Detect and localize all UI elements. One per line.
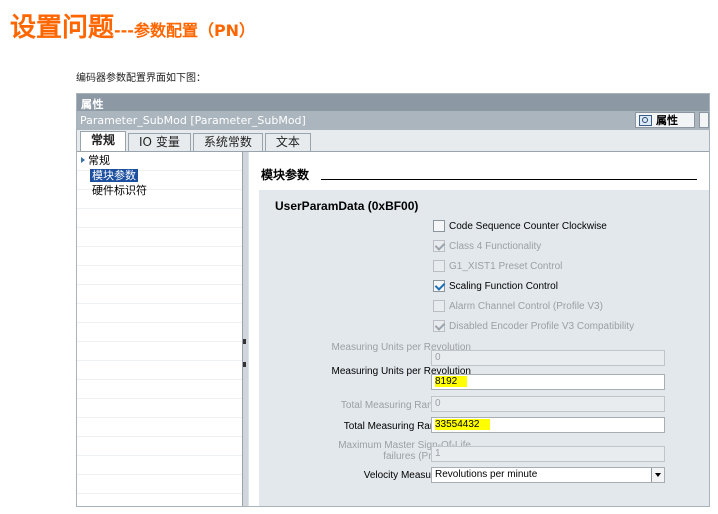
checkbox-row: Disabled Encoder Profile V3 Compatibilit… xyxy=(433,319,634,333)
object-name: Parameter_SubMod [Parameter_SubMod] xyxy=(80,114,306,127)
section-title: 模块参数 xyxy=(261,168,310,182)
splitter-expand-icon[interactable] xyxy=(243,362,246,367)
checkbox-label: Code Sequence Counter Clockwise xyxy=(449,220,607,232)
mupr-lsb-input[interactable]: 8192 xyxy=(431,374,665,390)
checkbox-row: Code Sequence Counter Clockwise xyxy=(433,219,607,233)
checkbox-row: Alarm Channel Control (Profile V3) xyxy=(433,299,603,313)
preset-control-checkbox xyxy=(433,260,445,272)
panel-title: UserParamData (0xBF00) xyxy=(275,199,419,213)
code-sequence-checkbox[interactable] xyxy=(433,220,445,232)
object-bar: Parameter_SubMod [Parameter_SubMod] 属性 xyxy=(77,111,709,130)
tab-io-tags[interactable]: IO 变量 xyxy=(128,133,191,151)
content-pane: 模块参数 UserParamData (0xBF00) Code Sequenc… xyxy=(249,152,709,506)
property-nav: 常规 模块参数 硬件标识符 xyxy=(77,152,243,506)
checkbox-row: G1_XIST1 Preset Control xyxy=(433,259,562,273)
nav-item-hardware-identifier[interactable]: 硬件标识符 xyxy=(92,184,147,197)
info-view-tab[interactable] xyxy=(699,112,709,128)
properties-icon xyxy=(639,114,652,126)
mupr-msb-input: 0 xyxy=(431,350,665,366)
window-body: 常规 模块参数 硬件标识符 模块参数 UserParamData (0xBF00… xyxy=(77,152,709,506)
expand-arrow-icon[interactable] xyxy=(81,157,85,163)
velocity-unit-select[interactable]: Revolutions per minute xyxy=(431,467,665,483)
properties-view-tab[interactable]: 属性 xyxy=(635,112,695,128)
velocity-unit-value: Revolutions per minute xyxy=(435,469,538,480)
checkbox-row: Scaling Function Control xyxy=(433,279,558,293)
slide-title-sub: ---参数配置（PN） xyxy=(114,21,256,40)
slide-caption: 编码器参数配置界面如下图： xyxy=(76,73,206,84)
chevron-down-icon[interactable] xyxy=(651,468,664,482)
highlighted-value: 33554432 xyxy=(435,419,490,430)
checkbox-label: Class 4 Functionality xyxy=(449,240,542,252)
properties-window: 属性 Parameter_SubMod [Parameter_SubMod] 属… xyxy=(76,93,710,507)
properties-view-label: 属性 xyxy=(656,114,678,127)
tab-general[interactable]: 常规 xyxy=(80,131,127,151)
slide-title: 设置问题---参数配置（PN） xyxy=(10,7,255,44)
nav-item-module-parameters[interactable]: 模块参数 xyxy=(90,169,138,182)
sign-of-life-input: 1 xyxy=(431,446,665,462)
tab-system-constants[interactable]: 系统常数 xyxy=(192,133,263,151)
tab-texts[interactable]: 文本 xyxy=(264,133,311,151)
window-title: 属性 xyxy=(77,94,709,111)
tmr-msb-input: 0 xyxy=(431,396,665,412)
highlighted-value: 8192 xyxy=(435,376,468,387)
checkbox-label: Disabled Encoder Profile V3 Compatibilit… xyxy=(449,320,635,332)
tab-bar: 常规 IO 变量 系统常数 文本 xyxy=(77,130,709,152)
section-divider xyxy=(321,179,697,180)
class4-checkbox xyxy=(433,240,445,252)
checkbox-label: Scaling Function Control xyxy=(449,280,558,292)
param-panel: UserParamData (0xBF00) Code Sequence Cou… xyxy=(259,190,709,506)
nav-item-label: 常规 xyxy=(88,154,110,167)
scaling-function-checkbox[interactable] xyxy=(433,280,445,292)
checkbox-label: Alarm Channel Control (Profile V3) xyxy=(449,300,603,312)
nav-item-general[interactable]: 常规 xyxy=(81,154,110,167)
tmr-lsb-input[interactable]: 33554432 xyxy=(431,417,665,433)
slide-title-main: 设置问题 xyxy=(10,13,115,43)
checkbox-row: Class 4 Functionality xyxy=(433,239,541,253)
checkbox-label: G1_XIST1 Preset Control xyxy=(449,260,563,272)
alarm-channel-checkbox xyxy=(433,300,445,312)
splitter-collapse-icon[interactable] xyxy=(243,339,246,344)
nav-splitter[interactable] xyxy=(243,152,248,506)
profile-v3-compat-checkbox xyxy=(433,320,445,332)
